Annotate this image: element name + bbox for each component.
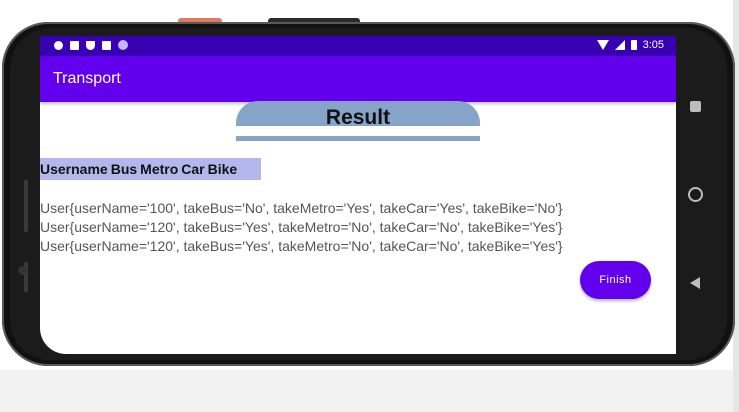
status-bar: 3:05 — [40, 36, 676, 56]
volume-button — [24, 180, 28, 232]
card-icon — [102, 40, 111, 50]
finish-button[interactable]: Finish — [580, 261, 651, 299]
status-right-icons: 3:05 — [596, 39, 664, 51]
shield-icon — [86, 40, 95, 50]
header-username: Username — [40, 161, 108, 177]
list-item: User{userName='120', takeBus='Yes', take… — [40, 238, 563, 254]
dot-icon — [118, 40, 128, 50]
camera-icon — [18, 266, 27, 275]
list-item: User{userName='120', takeBus='Yes', take… — [40, 219, 563, 235]
user-list: User{userName='100', takeBus='No', takeM… — [40, 199, 676, 256]
recents-nav-icon[interactable] — [690, 101, 701, 112]
gear-icon — [54, 40, 63, 50]
status-time: 3:05 — [642, 39, 664, 51]
app-bar: Transport — [40, 56, 676, 102]
header-bus: Bus — [110, 161, 138, 177]
back-nav-icon[interactable] — [690, 277, 700, 289]
table-header-row: Username Bus Metro Car Bike — [40, 158, 261, 180]
header-metro: Metro — [140, 161, 179, 177]
battery-icon — [630, 40, 637, 50]
header-bike: Bike — [207, 161, 238, 177]
wifi-icon — [596, 40, 609, 50]
status-left-icons — [54, 40, 128, 50]
header-car: Car — [181, 161, 205, 177]
result-pill-cutoff — [236, 126, 480, 136]
a-icon — [70, 40, 79, 50]
background-band — [0, 370, 739, 412]
signal-icon — [614, 40, 625, 50]
list-item: User{userName='100', takeBus='No', takeM… — [40, 200, 563, 216]
app-title: Transport — [53, 70, 121, 87]
app-screen: 3:05 Transport Result Username Bus Metro… — [40, 36, 676, 354]
home-nav-icon[interactable] — [688, 187, 703, 202]
